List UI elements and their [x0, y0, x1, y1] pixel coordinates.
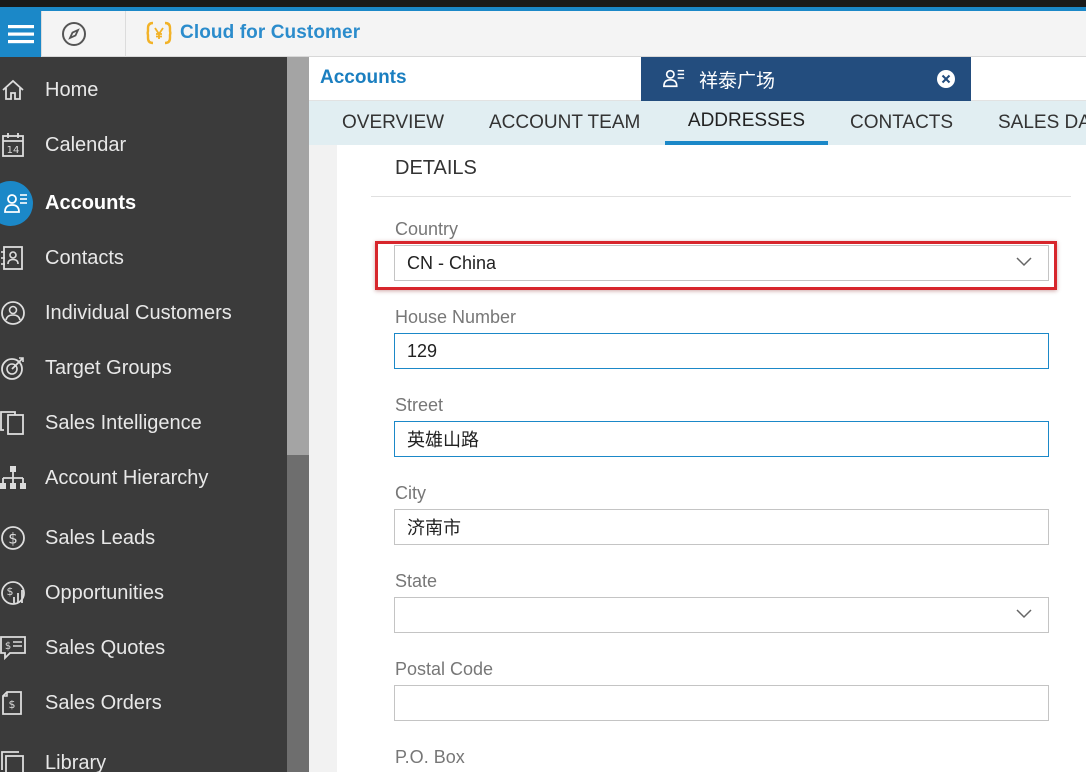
- sidebar: Home 14 Calendar Accounts Contacts Indiv…: [0, 57, 287, 772]
- svg-text:$: $: [7, 585, 14, 598]
- compass-button[interactable]: [60, 20, 88, 48]
- account-icon: [662, 67, 686, 94]
- section-title: DETAILS: [395, 157, 477, 179]
- sidebar-item-label: Accounts: [45, 191, 137, 214]
- sidebar-item-sales-quotes[interactable]: $ Sales Quotes: [0, 623, 287, 673]
- sidebar-item-opportunities[interactable]: $ Opportunities: [0, 568, 287, 618]
- sidebar-item-target-groups[interactable]: Target Groups: [0, 343, 287, 393]
- dollar-icon: $: [0, 523, 26, 553]
- tab-bar: OVERVIEW ACCOUNT TEAM ADDRESSES CONTACTS…: [309, 101, 1086, 145]
- record-tab[interactable]: 祥泰广场: [641, 57, 971, 101]
- sidebar-item-label: Library: [45, 751, 107, 772]
- record-tab-label: 祥泰广场: [699, 70, 776, 92]
- sidebar-item-label: Contacts: [45, 246, 124, 269]
- city-value: 济南市: [407, 518, 461, 539]
- hamburger-icon: [7, 25, 34, 44]
- person-icon: [0, 298, 26, 328]
- sidebar-item-library[interactable]: Library: [0, 738, 287, 772]
- tab-account-team[interactable]: ACCOUNT TEAM: [489, 101, 640, 145]
- opportunity-icon: $: [0, 578, 26, 608]
- house-number-value: 129: [407, 340, 438, 361]
- target-icon: [0, 353, 26, 383]
- close-icon[interactable]: [937, 70, 955, 88]
- sidebar-item-sales-intelligence[interactable]: Sales Intelligence: [0, 398, 287, 448]
- chevron-down-icon: [1016, 257, 1032, 267]
- hierarchy-icon: [0, 463, 26, 493]
- sidebar-item-label: Target Groups: [45, 356, 172, 379]
- sidebar-item-label: Sales Quotes: [45, 636, 166, 659]
- account-icon: [3, 194, 27, 213]
- svg-text:$: $: [5, 641, 11, 652]
- country-label: Country: [395, 219, 459, 239]
- country-value: CN - China: [407, 252, 497, 273]
- sidebar-item-home[interactable]: Home: [0, 65, 287, 115]
- svg-text:$: $: [9, 698, 16, 711]
- app-logo[interactable]: Cloud for Customer: [146, 21, 360, 45]
- postal-code-input[interactable]: [394, 685, 1049, 721]
- sidebar-item-label: Account Hierarchy: [45, 466, 209, 489]
- street-input[interactable]: 英雄山路: [394, 421, 1049, 457]
- sidebar-item-label: Home: [45, 78, 99, 101]
- sidebar-item-individual-customers[interactable]: Individual Customers: [0, 288, 287, 338]
- shell-divider: [41, 11, 42, 57]
- sidebar-item-label: Individual Customers: [45, 301, 232, 324]
- sidebar-item-contacts[interactable]: Contacts: [0, 233, 287, 283]
- section-divider: [371, 196, 1071, 197]
- shell-header: Cloud for Customer: [0, 11, 1086, 57]
- sidebar-scrollbar-thumb[interactable]: [287, 57, 309, 455]
- calendar-icon: 14: [0, 130, 26, 160]
- sidebar-item-account-hierarchy[interactable]: Account Hierarchy: [0, 453, 287, 503]
- tab-contacts[interactable]: CONTACTS: [850, 101, 953, 145]
- contacts-icon: [0, 243, 26, 273]
- chevron-down-icon: [1016, 609, 1032, 619]
- house-number-label: House Number: [395, 307, 517, 327]
- sidebar-item-label: Calendar: [45, 133, 127, 156]
- city-input[interactable]: 济南市: [394, 509, 1049, 545]
- tab-overview[interactable]: OVERVIEW: [342, 101, 444, 145]
- street-label: Street: [395, 395, 444, 415]
- state-select[interactable]: [394, 597, 1049, 633]
- tab-label: OVERVIEW: [342, 112, 445, 133]
- library-icon: [0, 748, 26, 772]
- tab-label: CONTACTS: [850, 112, 954, 133]
- sidebar-item-label: Sales Intelligence: [45, 411, 202, 434]
- page-title[interactable]: Accounts: [320, 67, 407, 89]
- sidebar-item-label: Opportunities: [45, 581, 164, 604]
- po-box-label: P.O. Box: [395, 747, 465, 767]
- sidebar-item-accounts[interactable]: Accounts: [0, 178, 287, 228]
- tab-addresses[interactable]: ADDRESSES: [665, 101, 828, 145]
- svg-text:$: $: [8, 530, 18, 548]
- sidebar-item-sales-leads[interactable]: $ Sales Leads: [0, 513, 287, 563]
- compass-icon: [62, 22, 86, 46]
- logo-icon: [146, 21, 172, 45]
- sidebar-item-label: Sales Leads: [45, 526, 156, 549]
- sidebar-item-sales-orders[interactable]: $ Sales Orders: [0, 678, 287, 728]
- country-select[interactable]: CN - China: [394, 245, 1049, 281]
- tab-label: ACCOUNT TEAM: [489, 112, 641, 133]
- postal-code-label: Postal Code: [395, 659, 494, 679]
- copy-icon: [0, 408, 26, 438]
- house-number-input[interactable]: 129: [394, 333, 1049, 369]
- home-icon: [0, 75, 26, 105]
- active-indicator: [0, 180, 33, 226]
- tab-label: SALES DA: [998, 112, 1086, 133]
- quote-icon: $: [0, 633, 26, 663]
- city-label: City: [395, 483, 426, 503]
- tab-sales-data[interactable]: SALES DA: [998, 101, 1086, 145]
- app-name: Cloud for Customer: [180, 22, 361, 43]
- street-value: 英雄山路: [407, 430, 479, 451]
- shell-divider: [125, 11, 126, 57]
- state-label: State: [395, 571, 438, 591]
- calendar-icon-date: 14: [7, 145, 20, 156]
- sidebar-item-label: Sales Orders: [45, 691, 162, 714]
- sidebar-item-calendar[interactable]: 14 Calendar: [0, 120, 287, 170]
- tab-label: ADDRESSES: [687, 110, 806, 131]
- menu-button[interactable]: [0, 11, 41, 57]
- window-top-bar: [0, 0, 1086, 7]
- order-icon: $: [0, 688, 26, 718]
